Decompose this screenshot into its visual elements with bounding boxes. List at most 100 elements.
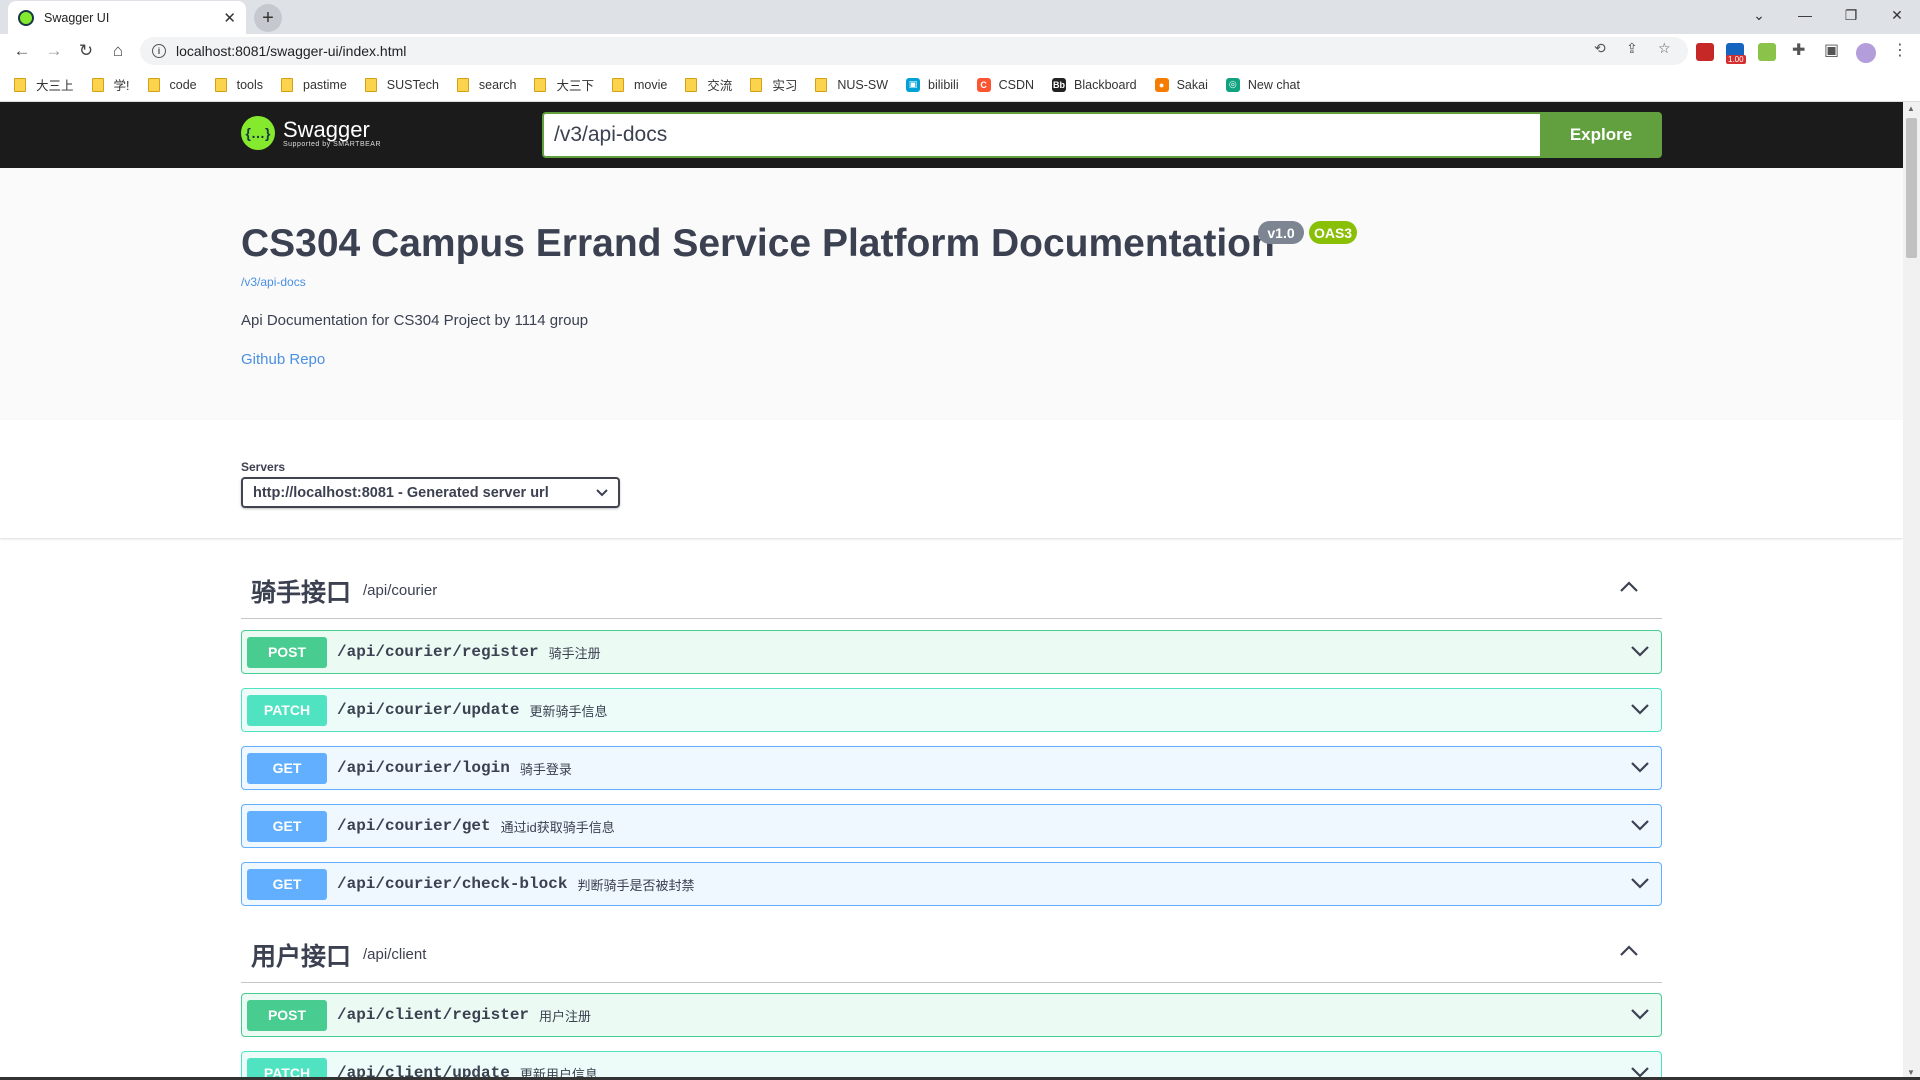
reload-icon[interactable]: ↻ [74, 39, 98, 63]
close-window-icon[interactable]: ✕ [1876, 0, 1918, 30]
extension-badge-count: 1.00 [1726, 55, 1746, 64]
site-info-icon[interactable]: i [152, 44, 166, 58]
bookmark-label: Blackboard [1074, 77, 1137, 92]
tag-path: /api/client [363, 946, 427, 963]
extensions-puzzle-icon[interactable]: ✚ [1792, 40, 1805, 60]
blackboard-icon: Bb [1052, 77, 1067, 92]
method-badge: PATCH [247, 694, 327, 726]
tag-header[interactable]: 用户接口/api/client [241, 927, 1662, 983]
tab-title: Swagger UI [44, 10, 110, 25]
bookmark-label: SUSTech [386, 77, 439, 92]
method-badge: POST [247, 999, 327, 1031]
bookmark-label: 实习 [772, 79, 798, 93]
operation-patch[interactable]: PATCH/api/courier/update 更新骑手信息 [241, 688, 1662, 732]
folder-icon [611, 77, 624, 92]
chevron-down-icon[interactable] [1631, 761, 1649, 773]
chevron-up-icon[interactable] [1620, 581, 1638, 593]
bookmark-item[interactable]: search [456, 77, 516, 92]
operation-get[interactable]: GET/api/courier/login 骑手登录 [241, 746, 1662, 790]
share-icon[interactable]: ⇪ [1626, 40, 1638, 57]
minimize-icon[interactable]: — [1784, 0, 1826, 30]
chevron-down-icon[interactable] [1631, 645, 1649, 657]
method-badge: GET [247, 868, 327, 900]
bookmark-item[interactable]: tools [214, 77, 263, 92]
menu-kebab-icon[interactable]: ⋮ [1892, 40, 1908, 60]
bookmark-label: 学! [113, 79, 130, 93]
extension-red-icon[interactable] [1696, 43, 1714, 61]
address-url[interactable]: localhost:8081/swagger-ui/index.html [176, 43, 406, 59]
bookmark-label: NUS-SW [837, 77, 889, 92]
explore-button[interactable]: Explore [1540, 112, 1662, 158]
scroll-up-icon[interactable]: ▲ [1907, 104, 1915, 113]
operation-summary: 用户注册 [539, 1008, 592, 1024]
chevron-down-icon[interactable] [1631, 703, 1649, 715]
bookmark-item[interactable]: ◎ New chat [1225, 77, 1300, 92]
folder-icon [364, 77, 377, 92]
operation-path: /api/client/register [337, 1006, 530, 1024]
operation-patch[interactable]: PATCH/api/client/update 更新用户信息 [241, 1051, 1662, 1080]
folder-icon [147, 77, 160, 92]
api-description: Api Documentation for CS304 Project by 1… [241, 312, 589, 329]
chevron-down-icon[interactable] [1631, 877, 1649, 889]
tag-name: 骑手接口 [251, 578, 352, 607]
bookmark-label: code [169, 77, 197, 92]
bookmark-label: 大三下 [556, 79, 594, 93]
bookmark-item[interactable]: code [147, 77, 197, 92]
bookmark-item[interactable]: NUS-SW [815, 77, 889, 92]
bookmark-item[interactable]: pastime [281, 77, 347, 92]
swagger-logo[interactable]: {…} Swagger Supported by SMARTBEAR [241, 116, 381, 150]
bookmark-item[interactable]: 实习 [750, 75, 797, 94]
spec-url-input[interactable]: /v3/api-docs [542, 112, 1540, 158]
page-scrollbar[interactable]: ▲ ▼ [1903, 102, 1920, 1080]
operation-get[interactable]: GET/api/courier/check-block 判断骑手是否被封禁 [241, 862, 1662, 906]
bookmark-item[interactable]: 大三上 [14, 75, 74, 94]
swagger-logo-subtext: Supported by SMARTBEAR [283, 140, 382, 148]
folder-icon [14, 77, 26, 92]
bookmark-star-icon[interactable]: ☆ [1658, 40, 1671, 57]
tab-close-icon[interactable]: ✕ [223, 9, 236, 27]
bookmark-item[interactable]: ▣ bilibili [906, 77, 959, 92]
tag-header[interactable]: 骑手接口/api/courier [241, 563, 1662, 619]
bookmark-item[interactable]: ● Sakai [1154, 77, 1208, 92]
tab-search-icon[interactable]: ⌄ [1738, 0, 1780, 30]
bookmark-label: Sakai [1176, 77, 1208, 92]
bookmark-item[interactable]: 大三下 [534, 75, 594, 94]
bookmark-item[interactable]: movie [611, 77, 667, 92]
chevron-down-icon[interactable] [1631, 819, 1649, 831]
operation-summary: 通过id获取骑手信息 [500, 819, 615, 835]
forward-icon[interactable]: → [42, 39, 66, 63]
method-badge: POST [247, 636, 327, 668]
extension-green-icon[interactable] [1758, 43, 1776, 61]
operation-path: /api/courier/register [337, 643, 539, 661]
operation-get[interactable]: GET/api/courier/get 通过id获取骑手信息 [241, 804, 1662, 848]
bookmark-item[interactable]: 学! [91, 75, 130, 94]
bookmark-label: 大三上 [36, 79, 74, 93]
home-icon[interactable]: ⌂ [106, 39, 130, 63]
translate-icon[interactable]: ⟲ [1594, 40, 1606, 57]
bookmark-item[interactable]: 交流 [685, 75, 732, 94]
folder-icon [281, 77, 294, 92]
scrollbar-thumb[interactable] [1906, 118, 1917, 258]
operation-post[interactable]: POST/api/client/register 用户注册 [241, 993, 1662, 1037]
scroll-down-icon[interactable]: ▼ [1907, 1068, 1915, 1077]
bookmark-item[interactable]: Bb Blackboard [1052, 77, 1137, 92]
spec-link[interactable]: /v3/api-docs [241, 275, 306, 289]
github-repo-link[interactable]: Github Repo [241, 351, 325, 368]
chevron-down-icon[interactable] [1631, 1008, 1649, 1020]
servers-select[interactable]: http://localhost:8081 - Generated server… [241, 477, 620, 508]
sakai-icon: ● [1154, 77, 1169, 92]
restore-icon[interactable]: ❐ [1830, 0, 1872, 30]
side-panel-icon[interactable]: ▣ [1824, 40, 1839, 60]
bookmark-label: bilibili [928, 77, 959, 92]
back-icon[interactable]: ← [10, 39, 34, 63]
bookmark-item[interactable]: SUSTech [364, 77, 439, 92]
operation-post[interactable]: POST/api/courier/register 骑手注册 [241, 630, 1662, 674]
tag-path: /api/courier [363, 582, 438, 599]
browser-tab[interactable]: Swagger UI ✕ [8, 1, 246, 34]
operation-summary: 骑手注册 [548, 645, 601, 661]
address-bar[interactable]: i localhost:8081/swagger-ui/index.html [140, 37, 1688, 65]
profile-avatar[interactable] [1856, 43, 1876, 63]
chevron-up-icon[interactable] [1620, 945, 1638, 957]
bookmark-item[interactable]: C CSDN [976, 77, 1034, 92]
new-tab-button[interactable]: + [254, 4, 282, 32]
